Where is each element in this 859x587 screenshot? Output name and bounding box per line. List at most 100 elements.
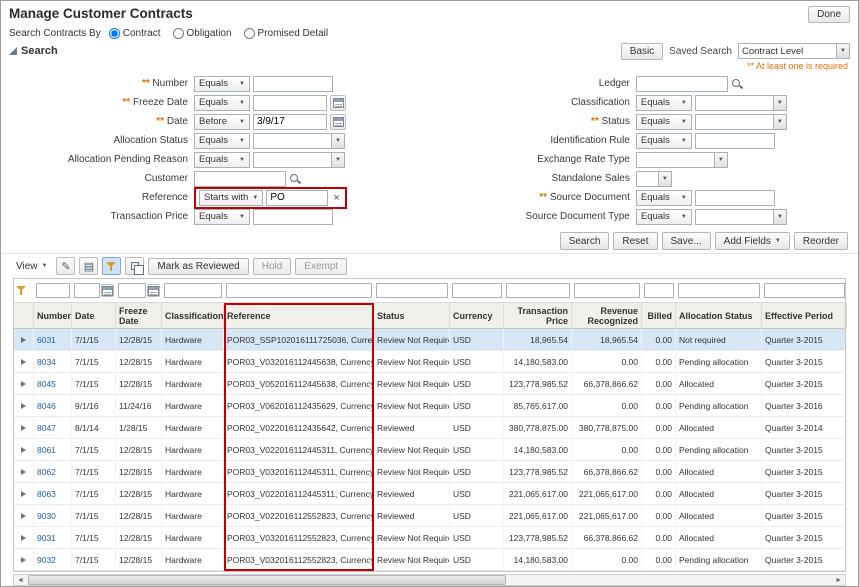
freeze-date-operator[interactable]: Equals▼ — [194, 95, 250, 111]
reset-button[interactable]: Reset — [613, 232, 657, 250]
chevron-down-icon[interactable]: ▼ — [773, 115, 786, 129]
column-header-billed[interactable]: Billed — [642, 303, 676, 328]
reorder-button[interactable]: Reorder — [794, 232, 848, 250]
date-operator[interactable]: Before▼ — [194, 114, 250, 130]
ledger-input[interactable] — [636, 76, 728, 92]
date-picker-button[interactable] — [330, 95, 346, 111]
row-expander-cell[interactable] — [14, 373, 34, 394]
reference-operator[interactable]: Starts with▼ — [199, 190, 263, 206]
transaction-price-input[interactable] — [253, 209, 333, 225]
table-row[interactable]: 80478/1/141/28/15HardwarePOR02_V02201611… — [14, 417, 845, 439]
search-by-option-contract[interactable]: Contract — [109, 28, 161, 39]
saved-search-select[interactable]: Contract Level ▼ — [738, 43, 850, 59]
allocation-pending-reason-select[interactable]: ▼ — [253, 152, 345, 168]
exempt-button[interactable]: Exempt — [295, 258, 347, 275]
date-picker-button[interactable] — [101, 284, 114, 297]
allocation-status-operator[interactable]: Equals▼ — [194, 133, 250, 149]
row-expander-icon[interactable] — [21, 513, 26, 519]
horizontal-scrollbar[interactable]: ◄ ► — [13, 574, 846, 586]
save-button[interactable]: Save... — [662, 232, 711, 250]
filter-input-effective_period[interactable] — [764, 283, 845, 298]
row-expander-cell[interactable] — [14, 329, 34, 350]
row-expander-cell[interactable] — [14, 505, 34, 526]
chevron-down-icon[interactable]: ▼ — [658, 172, 671, 186]
search-icon[interactable] — [289, 173, 300, 184]
search-by-option-promised-detail[interactable]: Promised Detail — [244, 28, 329, 39]
status-operator[interactable]: Equals▼ — [636, 114, 692, 130]
date-picker-button[interactable] — [147, 284, 160, 297]
filter-input-transaction_price[interactable] — [506, 283, 570, 298]
row-expander-cell[interactable] — [14, 395, 34, 416]
filter-input-revenue_recognized[interactable] — [574, 283, 640, 298]
mark-as-reviewed-button[interactable]: Mark as Reviewed — [148, 258, 248, 275]
chevron-down-icon[interactable]: ▼ — [331, 153, 344, 167]
search-button[interactable]: Search — [560, 232, 610, 250]
allocation-status-select[interactable]: ▼ — [253, 133, 345, 149]
row-expander-icon[interactable] — [21, 447, 26, 453]
column-header-allocation_status[interactable]: Allocation Status — [676, 303, 762, 328]
edit-button[interactable]: ✎ — [56, 257, 75, 275]
filter-input-billed[interactable] — [644, 283, 674, 298]
allocation-pending-reason-operator[interactable]: Equals▼ — [194, 152, 250, 168]
chevron-down-icon[interactable]: ▼ — [773, 96, 786, 110]
source-document-type-operator[interactable]: Equals▼ — [636, 209, 692, 225]
cell-number[interactable]: 8061 — [34, 439, 72, 460]
column-header-transaction_price[interactable]: Transaction Price — [504, 303, 572, 328]
chevron-down-icon[interactable]: ▼ — [836, 44, 849, 58]
cell-number[interactable]: 9032 — [34, 549, 72, 570]
chevron-down-icon[interactable]: ▼ — [773, 210, 786, 224]
column-header-revenue_recognized[interactable]: Revenue Recognized — [572, 303, 642, 328]
column-header-number[interactable]: Number — [34, 303, 72, 328]
table-row[interactable]: 80347/1/1512/28/15HardwarePOR03_V0320161… — [14, 351, 845, 373]
row-expander-cell[interactable] — [14, 549, 34, 570]
freeze-date-input[interactable] — [253, 95, 327, 111]
filter-input-freeze_date[interactable] — [118, 283, 146, 298]
scroll-left-arrow[interactable]: ◄ — [14, 577, 27, 584]
cell-number[interactable]: 6031 — [34, 329, 72, 350]
filter-input-reference[interactable] — [226, 283, 372, 298]
classification-select[interactable]: ▼ — [695, 95, 787, 111]
filter-input-status[interactable] — [376, 283, 448, 298]
row-expander-icon[interactable] — [21, 535, 26, 541]
column-header-currency[interactable]: Currency — [450, 303, 504, 328]
identification-rule-input[interactable] — [695, 133, 775, 149]
exchange-rate-type-select[interactable]: ▼ — [636, 152, 728, 168]
row-expander-cell[interactable] — [14, 417, 34, 438]
column-header-effective_period[interactable]: Effective Period — [762, 303, 847, 328]
identification-rule-operator[interactable]: Equals▼ — [636, 133, 692, 149]
row-expander-icon[interactable] — [21, 359, 26, 365]
row-expander-icon[interactable] — [21, 381, 26, 387]
standalone-sales-select[interactable]: ▼ — [636, 171, 672, 187]
row-expander-cell[interactable] — [14, 439, 34, 460]
cell-number[interactable]: 8047 — [34, 417, 72, 438]
radio-obligation[interactable] — [173, 28, 184, 39]
source-document-operator[interactable]: Equals▼ — [636, 190, 692, 206]
row-expander-icon[interactable] — [21, 557, 26, 563]
source-document-input[interactable] — [695, 190, 775, 206]
column-header-reference[interactable]: Reference — [224, 303, 374, 328]
row-expander-icon[interactable] — [21, 337, 26, 343]
table-row[interactable]: 80617/1/1512/28/15HardwarePOR03_V0220161… — [14, 439, 845, 461]
search-by-option-obligation[interactable]: Obligation — [173, 28, 232, 39]
search-icon[interactable] — [731, 78, 742, 89]
chevron-down-icon[interactable]: ▼ — [331, 134, 344, 148]
table-row[interactable]: 80457/1/1512/28/15HardwarePOR03_V0520161… — [14, 373, 845, 395]
column-header-date[interactable]: Date — [72, 303, 116, 328]
column-header-freeze_date[interactable]: Freeze Date — [116, 303, 162, 328]
cell-number[interactable]: 9030 — [34, 505, 72, 526]
table-row[interactable]: 90317/1/1512/28/15HardwarePOR03_V0320161… — [14, 527, 845, 549]
radio-promised-detail[interactable] — [244, 28, 255, 39]
row-expander-cell[interactable] — [14, 483, 34, 504]
row-expander-icon[interactable] — [21, 425, 26, 431]
done-button[interactable]: Done — [808, 6, 850, 23]
table-row[interactable]: 80637/1/1512/28/15HardwarePOR03_V0220161… — [14, 483, 845, 505]
row-expander-icon[interactable] — [21, 469, 26, 475]
classification-operator[interactable]: Equals▼ — [636, 95, 692, 111]
cell-number[interactable]: 8045 — [34, 373, 72, 394]
filter-input-number[interactable] — [36, 283, 70, 298]
cell-number[interactable]: 8063 — [34, 483, 72, 504]
table-row[interactable]: 80627/1/1512/28/15HardwarePOR03_V0320161… — [14, 461, 845, 483]
filter-input-currency[interactable] — [452, 283, 502, 298]
filter-input-classification[interactable] — [164, 283, 222, 298]
hold-button[interactable]: Hold — [253, 258, 292, 275]
